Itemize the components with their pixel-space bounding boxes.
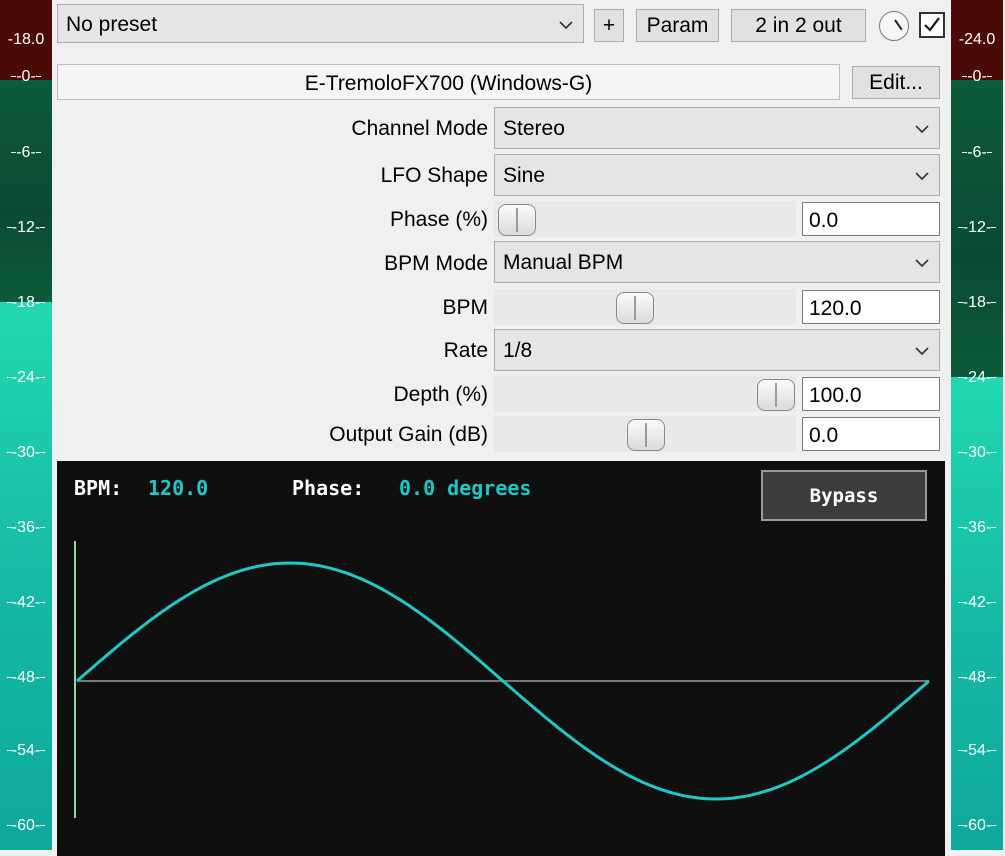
- meter-tick: -12-: [0, 220, 52, 236]
- output-gain-slider[interactable]: [494, 416, 796, 452]
- meter-tick: -18-: [951, 295, 1003, 311]
- channel-mode-label: Channel Mode: [351, 117, 488, 140]
- wet-knob-icon[interactable]: [879, 11, 909, 41]
- right-level-meter: -24.0 -0- -6- -12- -18- -24- -30- -36- -…: [951, 0, 1003, 856]
- bpm-mode-label: BPM Mode: [384, 252, 488, 275]
- meter-tick: -60-: [951, 818, 1003, 834]
- meter-tick: -30-: [0, 445, 52, 461]
- rate-dropdown[interactable]: 1/8: [494, 329, 940, 371]
- lfo-shape-label: LFO Shape: [380, 164, 488, 187]
- meter-tick: -54-: [951, 743, 1003, 759]
- bpm-label: BPM: [442, 296, 488, 319]
- phase-slider-thumb[interactable]: [498, 204, 536, 236]
- phase-label: Phase (%): [389, 208, 488, 231]
- meter-tick: -24-: [0, 370, 52, 386]
- plugin-name: E-TremoloFX700 (Windows-G): [57, 64, 840, 100]
- bpm-mode-value: Manual BPM: [503, 251, 624, 274]
- meter-tick: -36-: [0, 520, 52, 536]
- meter-tick: -0-: [951, 69, 1003, 85]
- meter-tick: -36-: [951, 520, 1003, 536]
- meter-tick: -12-: [951, 220, 1003, 236]
- meter-tick: -60-: [0, 818, 52, 834]
- chevron-down-icon: [915, 172, 929, 181]
- add-preset-button[interactable]: +: [594, 9, 624, 42]
- channel-mode-value: Stereo: [503, 117, 565, 140]
- preset-dropdown[interactable]: No preset: [57, 4, 584, 43]
- bypass-button[interactable]: Bypass: [761, 470, 927, 521]
- channel-mode-dropdown[interactable]: Stereo: [494, 107, 940, 149]
- lfo-display: BPM: 120.0 Phase: 0.0 degrees Bypass: [57, 461, 945, 856]
- phase-display-label: Phase:: [292, 476, 365, 500]
- meter-tick: -48-: [951, 670, 1003, 686]
- meter-tick: -0-: [0, 69, 52, 85]
- left-meter-fill-dark: [0, 80, 52, 302]
- chevron-down-icon: [915, 259, 929, 268]
- depth-field[interactable]: 100.0: [802, 377, 940, 411]
- phase-slider[interactable]: [494, 201, 796, 237]
- meter-tick: -30-: [951, 445, 1003, 461]
- preset-value: No preset: [66, 13, 158, 36]
- meter-tick: -42-: [0, 595, 52, 611]
- checkmark-icon: [924, 17, 940, 32]
- bpm-field[interactable]: 120.0: [802, 290, 940, 324]
- edit-button[interactable]: Edit...: [852, 66, 940, 99]
- meter-tick: -54-: [0, 743, 52, 759]
- enable-checkbox[interactable]: [919, 12, 945, 38]
- phase-field[interactable]: 0.0: [802, 202, 940, 236]
- rate-value: 1/8: [503, 339, 533, 362]
- depth-label: Depth (%): [393, 383, 488, 406]
- routing-button[interactable]: 2 in 2 out: [731, 9, 866, 42]
- depth-slider-thumb[interactable]: [757, 379, 795, 411]
- output-gain-label: Output Gain (dB): [329, 423, 488, 446]
- output-gain-field[interactable]: 0.0: [802, 417, 940, 451]
- meter-tick: -48-: [0, 670, 52, 686]
- lfo-shape-value: Sine: [503, 164, 546, 187]
- output-gain-slider-thumb[interactable]: [627, 419, 665, 451]
- meter-tick: -6-: [0, 145, 52, 161]
- bpm-slider[interactable]: [494, 289, 796, 325]
- bpm-display-label: BPM:: [74, 476, 123, 500]
- bpm-slider-thumb[interactable]: [616, 292, 654, 324]
- phase-display-value: 0.0 degrees: [399, 476, 532, 500]
- lfo-shape-dropdown[interactable]: Sine: [494, 154, 940, 196]
- meter-tick: -18-: [0, 295, 52, 311]
- bpm-mode-dropdown[interactable]: Manual BPM: [494, 241, 940, 283]
- param-button[interactable]: Param: [636, 9, 719, 42]
- rate-label: Rate: [443, 339, 488, 362]
- left-level-meter: -18.0 -0- -6- -12- -18- -24- -30- -36- -…: [0, 0, 52, 856]
- meter-tick: -24-: [951, 370, 1003, 386]
- bpm-display-value: 120.0: [148, 476, 209, 500]
- meter-tick: -42-: [951, 595, 1003, 611]
- chevron-down-icon: [915, 125, 929, 134]
- chevron-down-icon: [559, 21, 573, 30]
- chevron-down-icon: [915, 347, 929, 356]
- meter-tick: -6-: [951, 145, 1003, 161]
- depth-slider[interactable]: [494, 376, 796, 412]
